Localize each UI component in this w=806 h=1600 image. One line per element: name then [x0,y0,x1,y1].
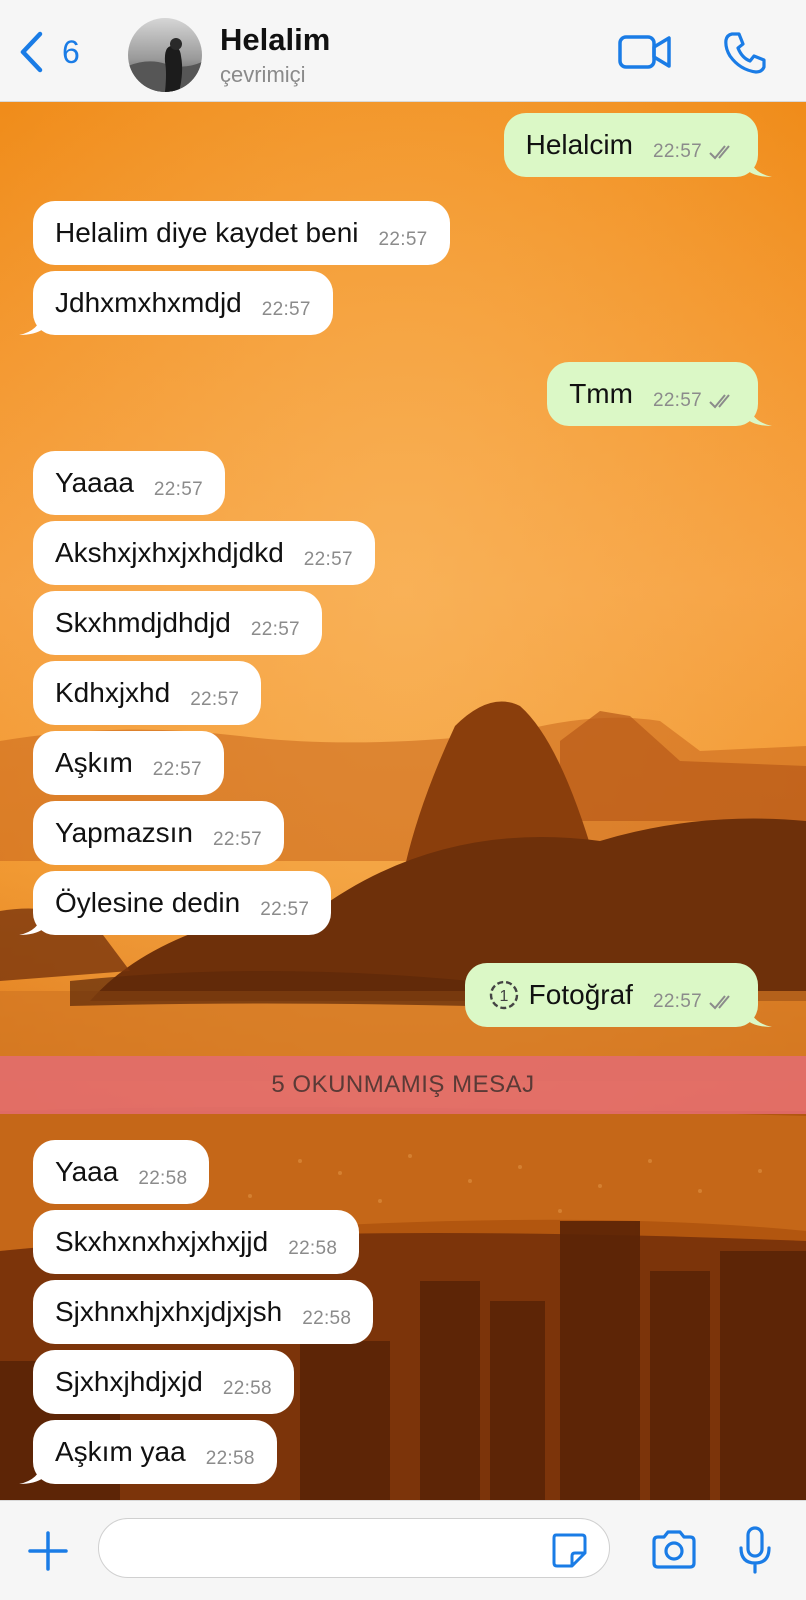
camera-icon[interactable] [650,1529,698,1571]
message-bubble-incoming[interactable]: Helalim diye kaydet beni 22:57 [33,201,450,265]
message-text: Jdhxmxhxmdjd [55,287,242,318]
unread-messages-banner: 5 OKUNMAMIŞ MESAJ [0,1056,806,1114]
avatar-image [128,18,202,92]
message-text: Aşkım yaa [55,1436,186,1467]
message-text: Sjxhnxhjxhxjdjxjsh [55,1296,283,1327]
svg-text:1: 1 [499,988,508,1005]
message-text: Yapmazsın [55,817,193,848]
message-bubble-incoming[interactable]: Aşkım 22:57 [33,731,224,795]
message-time: 22:58 [222,1378,272,1399]
message-time: 22:57 [213,829,263,850]
message-list[interactable]: Helalcim 22:57 Helalim diye kaydet beni … [0,101,806,1500]
message-time: 22:57 [190,689,240,710]
message-time: 22:58 [288,1238,338,1259]
message-bubble-incoming[interactable]: Yaaa 22:58 [33,1140,210,1204]
message-input[interactable] [98,1518,610,1578]
message-time: 22:57 [303,549,353,570]
message-text: Yaaa [55,1156,119,1187]
message-text: Akshxjxhxjxhdjdkd [55,537,284,568]
message-bubble-outgoing[interactable]: Tmm 22:57 [547,362,772,426]
sticker-icon[interactable] [550,1531,588,1569]
message-bubble-incoming[interactable]: Öylesine dedin 22:57 [19,871,332,935]
message-text: Helalim diye kaydet beni [55,217,359,248]
message-time: 22:58 [205,1448,255,1469]
view-once-icon: 1 [489,980,518,1010]
back-button[interactable]: 6 [18,30,80,74]
chat-header: 6 Helalim çevrimiçi [0,0,806,102]
bubble-tail [19,1462,43,1484]
read-receipt-icon [709,995,730,1010]
chevron-left-icon [20,31,43,73]
bubble-tail [748,404,772,426]
message-time: 22:57 [261,299,311,320]
message-bubble-incoming[interactable]: Akshxjxhxjxhdjdkd 22:57 [33,521,375,585]
contact-name[interactable]: Helalim [220,22,330,58]
message-text: Skxhmdjdhdjd [55,607,231,638]
message-text: Skxhxnxhxjxhxjjd [55,1226,269,1257]
message-time: 22:57 [152,759,202,780]
chat-screen: 6 Helalim çevrimiçi Helalcim 22:57 Helal… [0,0,806,1600]
message-bubble-outgoing[interactable]: 1 Fotoğraf 22:57 [464,963,772,1027]
message-time: 22:57 [250,619,300,640]
message-bubble-incoming[interactable]: Yapmazsın 22:57 [33,801,285,865]
read-receipt-icon [709,394,730,409]
message-bubble-incoming[interactable]: Skxhxnxhxjxhxjjd 22:58 [33,1210,360,1274]
message-text: Tmm [569,378,633,409]
plus-icon[interactable] [26,1529,70,1573]
message-bubble-incoming[interactable]: Sjxhxjhdjxjd 22:58 [33,1350,294,1414]
message-time: 22:57 [652,991,702,1012]
message-text: Sjxhxjhdjxjd [55,1366,203,1397]
message-text: Kdhxjxhd [55,677,171,708]
message-bubble-incoming[interactable]: Aşkım yaa 22:58 [19,1420,277,1484]
message-time: 22:58 [138,1168,188,1189]
message-bubble-incoming[interactable]: Jdhxmxhxmdjd 22:57 [19,271,333,335]
message-text: Aşkım [55,747,133,778]
video-call-icon[interactable] [617,30,673,74]
message-time: 22:57 [260,899,310,920]
message-text: Helalcim [525,129,633,160]
message-time: 22:57 [652,390,702,411]
avatar[interactable] [128,18,202,92]
message-time: 22:57 [153,479,203,500]
message-bubble-incoming[interactable]: Yaaaa 22:57 [33,451,225,515]
bubble-tail [748,155,772,177]
contact-status: çevrimiçi [220,62,306,87]
unread-chats-count: 6 [62,33,80,70]
read-receipt-icon [709,145,730,160]
message-time: 22:57 [378,229,428,250]
composer-bar [0,1500,806,1600]
message-text: Yaaaa [55,467,134,498]
message-time: 22:58 [302,1308,352,1329]
bubble-tail [19,313,43,335]
message-bubble-outgoing[interactable]: Helalcim 22:57 [503,113,772,177]
microphone-icon[interactable] [738,1526,772,1574]
message-bubble-incoming[interactable]: Sjxhnxhjxhxjdjxjsh 22:58 [33,1280,374,1344]
bubble-tail [19,913,43,935]
message-time: 22:57 [652,141,702,162]
message-bubble-incoming[interactable]: Skxhmdjdhdjd 22:57 [33,591,322,655]
phone-call-icon[interactable] [722,30,768,76]
message-text: Öylesine dedin [55,887,241,918]
bubble-tail [748,1005,772,1027]
message-bubble-incoming[interactable]: Kdhxjxhd 22:57 [33,661,262,725]
message-text: Fotoğraf [528,979,633,1010]
